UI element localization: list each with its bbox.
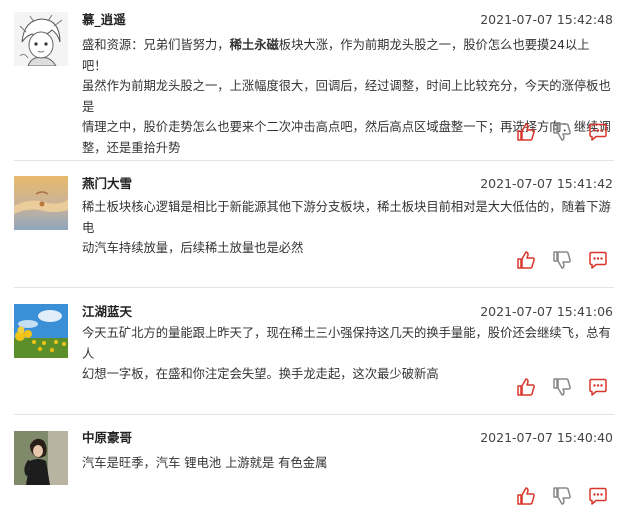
timestamp: 2021-07-07 15:40:40	[480, 430, 613, 445]
comment-actions	[516, 250, 612, 270]
username[interactable]: 江湖蓝天	[82, 304, 132, 320]
thumbs-down-icon[interactable]	[552, 122, 572, 142]
thumbs-up-icon[interactable]	[516, 377, 536, 397]
stock-link[interactable]: 盛和资源	[82, 38, 131, 52]
topic-tag[interactable]: 稀土永磁	[230, 38, 279, 52]
divider	[14, 414, 614, 415]
avatar[interactable]	[14, 12, 68, 66]
comment-item: 慕_逍遥 2021-07-07 15:42:48 盛和资源：兄弟们皆努力，稀土永…	[0, 10, 624, 155]
comment-actions	[516, 122, 612, 142]
thumbs-up-icon[interactable]	[516, 122, 536, 142]
timestamp: 2021-07-07 15:42:48	[480, 12, 613, 27]
divider	[14, 287, 614, 288]
comment-item: 中原豪哥 2021-07-07 15:40:40 汽车是旺季，汽车 锂电池 上游…	[0, 430, 624, 516]
username[interactable]: 中原豪哥	[82, 430, 132, 446]
comment-icon[interactable]	[588, 250, 608, 270]
divider	[14, 160, 614, 161]
comment-icon[interactable]	[588, 486, 608, 506]
comment-icon[interactable]	[588, 122, 608, 142]
comment-text: 今天五矿北方的量能跟上昨天了，现在稀土三小强保持这几天的换手量能，股价还会继续飞…	[82, 326, 611, 381]
comment-actions	[516, 377, 612, 397]
thumbs-down-icon[interactable]	[552, 250, 572, 270]
comment-item: 江湖蓝天 2021-07-07 15:41:06 今天五矿北方的量能跟上昨天了，…	[0, 303, 624, 403]
username[interactable]: 慕_逍遥	[82, 12, 126, 28]
thumbs-down-icon[interactable]	[552, 377, 572, 397]
avatar[interactable]	[14, 304, 68, 358]
comment-feed: 慕_逍遥 2021-07-07 15:42:48 盛和资源：兄弟们皆努力，稀土永…	[0, 0, 624, 516]
comment-item: 燕门大雪 2021-07-07 15:41:42 稀土板块核心逻辑是相比于新能源…	[0, 175, 624, 275]
timestamp: 2021-07-07 15:41:42	[480, 176, 613, 191]
thumbs-up-icon[interactable]	[516, 250, 536, 270]
timestamp: 2021-07-07 15:41:06	[480, 304, 613, 319]
username[interactable]: 燕门大雪	[82, 176, 132, 192]
avatar[interactable]	[14, 431, 68, 485]
comment-actions	[516, 486, 612, 506]
avatar[interactable]	[14, 176, 68, 230]
thumbs-down-icon[interactable]	[552, 486, 572, 506]
comment-text: 汽车是旺季，汽车 锂电池 上游就是 有色金属	[82, 456, 328, 470]
comment-icon[interactable]	[588, 377, 608, 397]
thumbs-up-icon[interactable]	[516, 486, 536, 506]
